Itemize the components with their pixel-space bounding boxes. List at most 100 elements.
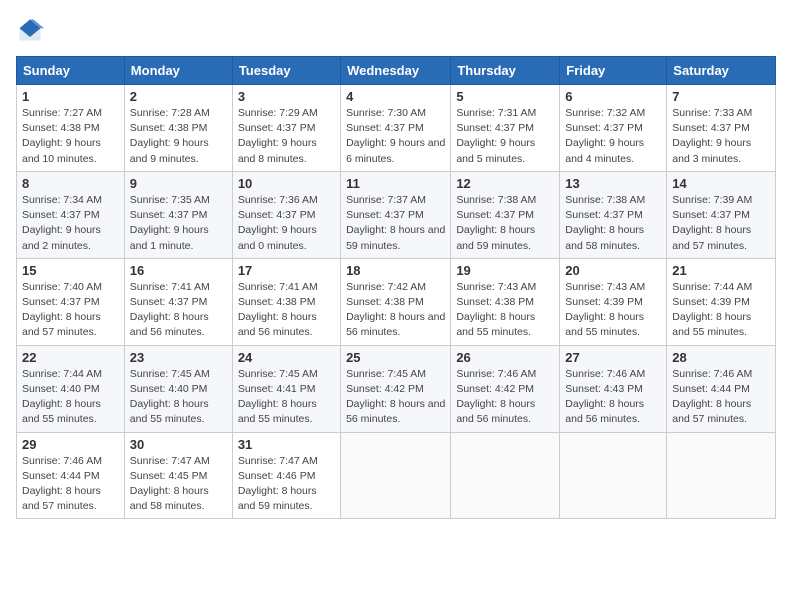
logo-icon (16, 16, 44, 44)
day-number: 29 (22, 437, 119, 452)
calendar-cell: 27 Sunrise: 7:46 AM Sunset: 4:43 PM Dayl… (560, 345, 667, 432)
day-number: 15 (22, 263, 119, 278)
calendar-cell: 30 Sunrise: 7:47 AM Sunset: 4:45 PM Dayl… (124, 432, 232, 519)
day-info: Sunrise: 7:47 AM Sunset: 4:46 PM Dayligh… (238, 454, 335, 515)
day-info: Sunrise: 7:46 AM Sunset: 4:43 PM Dayligh… (565, 367, 661, 428)
calendar-cell: 10 Sunrise: 7:36 AM Sunset: 4:37 PM Dayl… (232, 171, 340, 258)
day-info: Sunrise: 7:45 AM Sunset: 4:41 PM Dayligh… (238, 367, 335, 428)
day-number: 31 (238, 437, 335, 452)
day-info: Sunrise: 7:31 AM Sunset: 4:37 PM Dayligh… (456, 106, 554, 167)
calendar-week-row: 22 Sunrise: 7:44 AM Sunset: 4:40 PM Dayl… (17, 345, 776, 432)
calendar-cell: 3 Sunrise: 7:29 AM Sunset: 4:37 PM Dayli… (232, 85, 340, 172)
calendar-cell: 28 Sunrise: 7:46 AM Sunset: 4:44 PM Dayl… (667, 345, 776, 432)
calendar-cell: 26 Sunrise: 7:46 AM Sunset: 4:42 PM Dayl… (451, 345, 560, 432)
day-info: Sunrise: 7:46 AM Sunset: 4:42 PM Dayligh… (456, 367, 554, 428)
day-info: Sunrise: 7:38 AM Sunset: 4:37 PM Dayligh… (456, 193, 554, 254)
calendar-cell: 19 Sunrise: 7:43 AM Sunset: 4:38 PM Dayl… (451, 258, 560, 345)
weekday-header: Tuesday (232, 57, 340, 85)
calendar-header-row: SundayMondayTuesdayWednesdayThursdayFrid… (17, 57, 776, 85)
day-info: Sunrise: 7:41 AM Sunset: 4:37 PM Dayligh… (130, 280, 227, 341)
calendar-cell: 21 Sunrise: 7:44 AM Sunset: 4:39 PM Dayl… (667, 258, 776, 345)
day-number: 20 (565, 263, 661, 278)
day-number: 18 (346, 263, 445, 278)
calendar-week-row: 29 Sunrise: 7:46 AM Sunset: 4:44 PM Dayl… (17, 432, 776, 519)
calendar-cell: 4 Sunrise: 7:30 AM Sunset: 4:37 PM Dayli… (341, 85, 451, 172)
day-number: 27 (565, 350, 661, 365)
weekday-header: Thursday (451, 57, 560, 85)
calendar-table: SundayMondayTuesdayWednesdayThursdayFrid… (16, 56, 776, 519)
calendar-cell: 8 Sunrise: 7:34 AM Sunset: 4:37 PM Dayli… (17, 171, 125, 258)
day-number: 28 (672, 350, 770, 365)
calendar-cell: 2 Sunrise: 7:28 AM Sunset: 4:38 PM Dayli… (124, 85, 232, 172)
calendar-cell: 15 Sunrise: 7:40 AM Sunset: 4:37 PM Dayl… (17, 258, 125, 345)
day-number: 30 (130, 437, 227, 452)
day-info: Sunrise: 7:37 AM Sunset: 4:37 PM Dayligh… (346, 193, 445, 254)
logo (16, 16, 48, 44)
day-number: 21 (672, 263, 770, 278)
calendar-cell: 14 Sunrise: 7:39 AM Sunset: 4:37 PM Dayl… (667, 171, 776, 258)
calendar-cell: 16 Sunrise: 7:41 AM Sunset: 4:37 PM Dayl… (124, 258, 232, 345)
calendar-week-row: 15 Sunrise: 7:40 AM Sunset: 4:37 PM Dayl… (17, 258, 776, 345)
calendar-cell: 25 Sunrise: 7:45 AM Sunset: 4:42 PM Dayl… (341, 345, 451, 432)
day-info: Sunrise: 7:34 AM Sunset: 4:37 PM Dayligh… (22, 193, 119, 254)
day-info: Sunrise: 7:39 AM Sunset: 4:37 PM Dayligh… (672, 193, 770, 254)
calendar-cell: 12 Sunrise: 7:38 AM Sunset: 4:37 PM Dayl… (451, 171, 560, 258)
calendar-cell (451, 432, 560, 519)
calendar-cell: 7 Sunrise: 7:33 AM Sunset: 4:37 PM Dayli… (667, 85, 776, 172)
day-number: 3 (238, 89, 335, 104)
day-info: Sunrise: 7:42 AM Sunset: 4:38 PM Dayligh… (346, 280, 445, 341)
page-header (16, 16, 776, 44)
day-number: 8 (22, 176, 119, 191)
day-number: 5 (456, 89, 554, 104)
day-number: 4 (346, 89, 445, 104)
calendar-cell: 6 Sunrise: 7:32 AM Sunset: 4:37 PM Dayli… (560, 85, 667, 172)
day-number: 26 (456, 350, 554, 365)
calendar-cell (560, 432, 667, 519)
day-number: 11 (346, 176, 445, 191)
day-number: 12 (456, 176, 554, 191)
calendar-cell: 31 Sunrise: 7:47 AM Sunset: 4:46 PM Dayl… (232, 432, 340, 519)
calendar-cell: 24 Sunrise: 7:45 AM Sunset: 4:41 PM Dayl… (232, 345, 340, 432)
day-number: 7 (672, 89, 770, 104)
calendar-cell: 9 Sunrise: 7:35 AM Sunset: 4:37 PM Dayli… (124, 171, 232, 258)
weekday-header: Sunday (17, 57, 125, 85)
day-number: 24 (238, 350, 335, 365)
calendar-cell: 22 Sunrise: 7:44 AM Sunset: 4:40 PM Dayl… (17, 345, 125, 432)
day-number: 14 (672, 176, 770, 191)
day-info: Sunrise: 7:32 AM Sunset: 4:37 PM Dayligh… (565, 106, 661, 167)
weekday-header: Saturday (667, 57, 776, 85)
day-number: 9 (130, 176, 227, 191)
day-info: Sunrise: 7:46 AM Sunset: 4:44 PM Dayligh… (672, 367, 770, 428)
day-info: Sunrise: 7:45 AM Sunset: 4:40 PM Dayligh… (130, 367, 227, 428)
day-number: 23 (130, 350, 227, 365)
day-info: Sunrise: 7:28 AM Sunset: 4:38 PM Dayligh… (130, 106, 227, 167)
calendar-cell: 11 Sunrise: 7:37 AM Sunset: 4:37 PM Dayl… (341, 171, 451, 258)
day-info: Sunrise: 7:44 AM Sunset: 4:40 PM Dayligh… (22, 367, 119, 428)
day-info: Sunrise: 7:47 AM Sunset: 4:45 PM Dayligh… (130, 454, 227, 515)
calendar-cell (341, 432, 451, 519)
calendar-cell: 5 Sunrise: 7:31 AM Sunset: 4:37 PM Dayli… (451, 85, 560, 172)
day-number: 16 (130, 263, 227, 278)
day-number: 2 (130, 89, 227, 104)
calendar-cell (667, 432, 776, 519)
day-info: Sunrise: 7:35 AM Sunset: 4:37 PM Dayligh… (130, 193, 227, 254)
day-info: Sunrise: 7:43 AM Sunset: 4:38 PM Dayligh… (456, 280, 554, 341)
day-info: Sunrise: 7:45 AM Sunset: 4:42 PM Dayligh… (346, 367, 445, 428)
day-info: Sunrise: 7:30 AM Sunset: 4:37 PM Dayligh… (346, 106, 445, 167)
day-info: Sunrise: 7:46 AM Sunset: 4:44 PM Dayligh… (22, 454, 119, 515)
weekday-header: Friday (560, 57, 667, 85)
calendar-cell: 17 Sunrise: 7:41 AM Sunset: 4:38 PM Dayl… (232, 258, 340, 345)
day-number: 1 (22, 89, 119, 104)
calendar-cell: 13 Sunrise: 7:38 AM Sunset: 4:37 PM Dayl… (560, 171, 667, 258)
calendar-week-row: 8 Sunrise: 7:34 AM Sunset: 4:37 PM Dayli… (17, 171, 776, 258)
day-info: Sunrise: 7:38 AM Sunset: 4:37 PM Dayligh… (565, 193, 661, 254)
day-info: Sunrise: 7:40 AM Sunset: 4:37 PM Dayligh… (22, 280, 119, 341)
day-number: 25 (346, 350, 445, 365)
calendar-cell: 1 Sunrise: 7:27 AM Sunset: 4:38 PM Dayli… (17, 85, 125, 172)
day-number: 13 (565, 176, 661, 191)
weekday-header: Wednesday (341, 57, 451, 85)
day-info: Sunrise: 7:43 AM Sunset: 4:39 PM Dayligh… (565, 280, 661, 341)
day-info: Sunrise: 7:44 AM Sunset: 4:39 PM Dayligh… (672, 280, 770, 341)
day-number: 17 (238, 263, 335, 278)
calendar-cell: 29 Sunrise: 7:46 AM Sunset: 4:44 PM Dayl… (17, 432, 125, 519)
